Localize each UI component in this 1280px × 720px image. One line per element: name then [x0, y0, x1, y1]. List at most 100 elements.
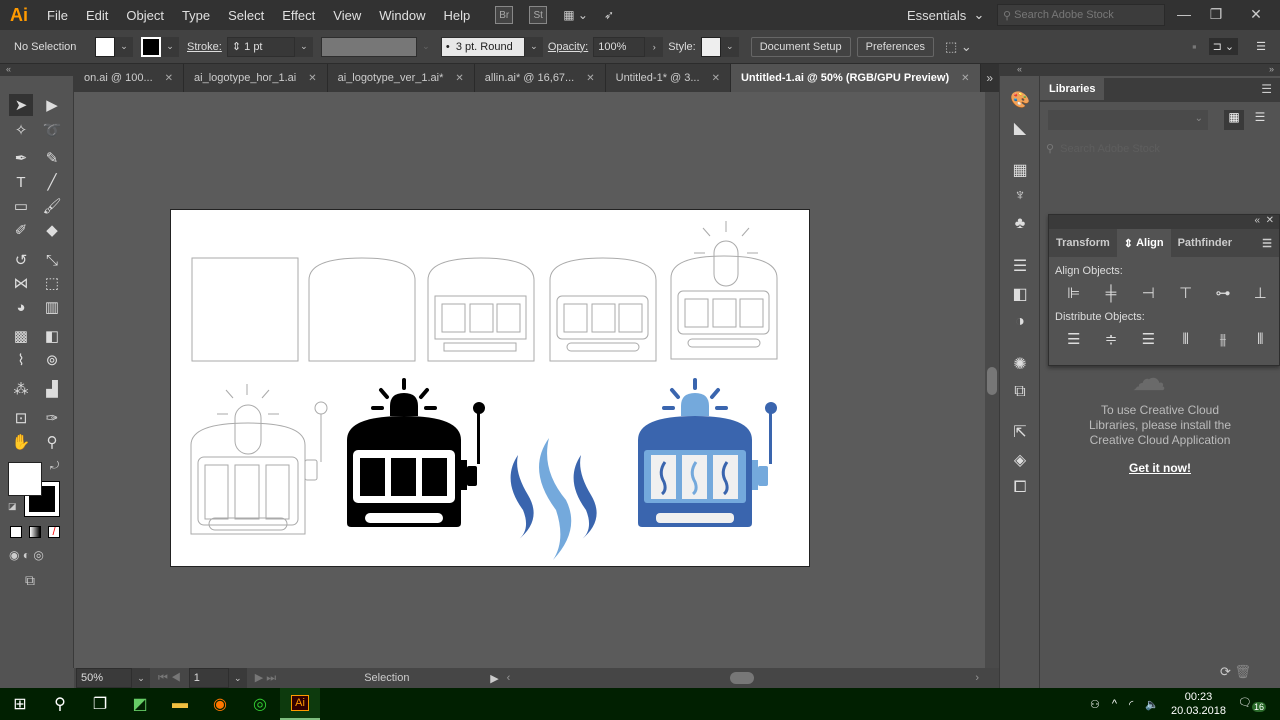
align-right-icon[interactable]: ⊣: [1130, 283, 1167, 303]
workspace-switcher[interactable]: Essentials ⌄: [895, 0, 984, 30]
artboard-dropdown[interactable]: ⌄: [228, 668, 247, 688]
illustrator-taskbar-icon[interactable]: Ai: [280, 688, 320, 720]
align-options-icon[interactable]: ⊐ ⌄: [1208, 38, 1239, 55]
tab-document[interactable]: ai_logotype_ver_1.ai* ✕: [327, 64, 475, 92]
stroke-weight-dropdown[interactable]: ⌄: [294, 36, 313, 57]
search-icon[interactable]: ⚲: [40, 688, 80, 720]
layers-icon[interactable]: ◈: [1008, 449, 1032, 471]
screen-mode-icon[interactable]: ⧉: [25, 572, 35, 589]
fill-swatch[interactable]: [95, 36, 115, 57]
tab-document[interactable]: ai_logotype_hor_1.ai ✕: [184, 64, 328, 92]
stroke-weight-input[interactable]: ⇕ 1 pt: [226, 36, 295, 57]
stroke-swatch[interactable]: [141, 36, 161, 57]
vertical-scrollbar[interactable]: [985, 92, 999, 668]
clock[interactable]: 00:23 20.03.2018: [1171, 690, 1226, 718]
task-view-icon[interactable]: ❐: [80, 688, 120, 720]
gradient-mode-icon[interactable]: [29, 526, 41, 538]
close-tab-icon[interactable]: ✕: [308, 73, 316, 84]
collapse-icon[interactable]: «: [0, 64, 73, 76]
tab-document[interactable]: on.ai @ 100... ✕: [74, 64, 185, 92]
eraser-tool-icon[interactable]: ◆: [40, 219, 64, 241]
tab-transform[interactable]: Transform: [1049, 229, 1117, 257]
scroll-left-icon[interactable]: ‹: [507, 672, 511, 684]
align-vertical-center-icon[interactable]: ⊶: [1204, 283, 1241, 303]
brush-dropdown[interactable]: ⌄: [524, 36, 543, 57]
distribute-bottom-icon[interactable]: ☰: [1130, 329, 1167, 349]
curvature-tool-icon[interactable]: ✎: [40, 147, 64, 169]
symbols-icon[interactable]: ♣: [1008, 213, 1032, 235]
action-center-icon[interactable]: 🗨 16: [1238, 696, 1266, 712]
status-menu-icon[interactable]: ▶: [490, 672, 498, 685]
color-panel-icon[interactable]: 🎨: [1008, 89, 1032, 111]
firefox-icon[interactable]: ◉: [200, 688, 240, 720]
distribute-vertical-center-icon[interactable]: ≑: [1092, 329, 1129, 349]
document-setup-button[interactable]: Document Setup: [750, 36, 851, 57]
align-horizontal-center-icon[interactable]: ╪: [1092, 283, 1129, 303]
gradient-panel-icon[interactable]: ◧: [1008, 283, 1032, 305]
opacity-label[interactable]: Opacity:: [548, 41, 588, 53]
panel-menu-icon[interactable]: ☰: [1261, 82, 1272, 96]
show-hidden-icons[interactable]: ^: [1112, 698, 1117, 710]
search-stock-input[interactable]: ⚲ Search Adobe Stock: [997, 4, 1165, 26]
shape-builder-tool-icon[interactable]: ◕: [9, 296, 33, 318]
sync-icon[interactable]: ⟳ 🗑: [1220, 664, 1251, 680]
distribute-top-icon[interactable]: ☰: [1055, 329, 1092, 349]
direct-selection-tool-icon[interactable]: ▶: [40, 94, 64, 116]
eyedropper-tool-icon[interactable]: ⌇: [9, 349, 33, 371]
library-dropdown[interactable]: ⌄: [1048, 110, 1208, 130]
gradient-tool-icon[interactable]: ◧: [40, 325, 64, 347]
coreldraw-icon[interactable]: ◩: [120, 688, 160, 720]
align-left-icon[interactable]: ⊫: [1055, 283, 1092, 303]
grid-view-icon[interactable]: ▦: [1224, 110, 1244, 130]
tab-libraries[interactable]: Libraries: [1040, 78, 1105, 100]
distribute-horizontal-center-icon[interactable]: ⫵: [1204, 329, 1241, 349]
export-icon[interactable]: ⇱: [1008, 421, 1032, 443]
align-panel-collapse-close[interactable]: « ✕: [1049, 215, 1279, 229]
swatches-icon[interactable]: ▦: [1008, 159, 1032, 181]
stock-icon[interactable]: St: [529, 6, 548, 24]
zoom-input[interactable]: 50%: [76, 668, 132, 688]
graphic-style-swatch[interactable]: [700, 36, 721, 57]
collapse-icon[interactable]: «: [1000, 64, 1039, 76]
select-similar-icon[interactable]: ⬚ ⌄: [945, 39, 972, 55]
expand-icon[interactable]: »: [1040, 64, 1280, 76]
horizontal-scroll-thumb[interactable]: [730, 672, 755, 684]
menu-view[interactable]: View: [324, 8, 370, 23]
selection-tool-icon[interactable]: ➤: [9, 94, 33, 116]
artboard[interactable]: [170, 209, 810, 567]
rectangle-tool-icon[interactable]: ▭: [9, 195, 33, 217]
variable-width-profile[interactable]: [320, 36, 417, 57]
minimize-button[interactable]: —: [1168, 0, 1200, 28]
graph-tool-icon[interactable]: ▟: [40, 378, 64, 400]
artboard-tool-icon[interactable]: ⊡: [9, 407, 33, 429]
artboard-number-input[interactable]: 1: [188, 668, 229, 688]
perspective-grid-tool-icon[interactable]: ▥: [40, 296, 64, 318]
get-it-now-link[interactable]: Get it now!: [1040, 461, 1280, 475]
free-transform-tool-icon[interactable]: ⬚: [40, 272, 64, 294]
scroll-right-icon[interactable]: ›: [975, 672, 979, 684]
close-tab-icon[interactable]: ✕: [586, 73, 594, 84]
scale-tool-icon[interactable]: ⤡: [40, 249, 64, 271]
tab-pathfinder[interactable]: Pathfinder: [1171, 229, 1239, 257]
wifi-icon[interactable]: ◜: [1129, 698, 1133, 711]
close-tab-icon[interactable]: ✕: [961, 73, 969, 84]
paintbrush-tool-icon[interactable]: 🖌: [40, 195, 64, 217]
tab-document[interactable]: allin.ai* @ 16,67... ✕: [474, 64, 606, 92]
style-dropdown[interactable]: ⌄: [720, 36, 739, 57]
close-tab-icon[interactable]: ✕: [712, 73, 720, 84]
transparency-icon[interactable]: ◑: [1008, 311, 1032, 333]
list-view-icon[interactable]: ☰: [1250, 110, 1270, 130]
panel-menu-icon[interactable]: ☰: [1255, 229, 1279, 257]
menu-select[interactable]: Select: [219, 8, 273, 23]
distribute-right-icon[interactable]: ⫴: [1242, 329, 1279, 349]
menu-file[interactable]: File: [38, 8, 77, 23]
more-tabs-icon[interactable]: »: [981, 64, 999, 92]
preferences-button[interactable]: Preferences: [856, 36, 934, 57]
appearance-icon[interactable]: ✺: [1008, 353, 1032, 375]
menu-edit[interactable]: Edit: [77, 8, 117, 23]
file-explorer-icon[interactable]: ▬: [160, 688, 200, 720]
menu-help[interactable]: Help: [434, 8, 479, 23]
line-tool-icon[interactable]: ╱: [40, 171, 64, 193]
opacity-dropdown[interactable]: ›: [645, 36, 664, 57]
pen-tool-icon[interactable]: ✒: [9, 147, 33, 169]
